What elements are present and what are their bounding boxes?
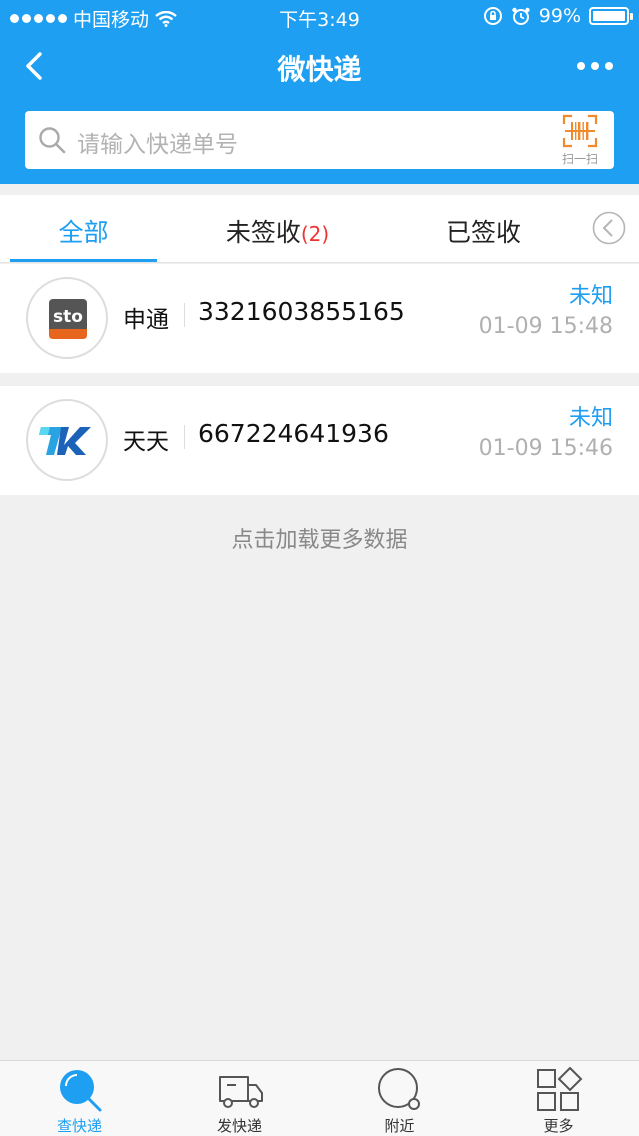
tracking-number: 667224641936 bbox=[198, 419, 389, 448]
bottom-tab-bar: 查快递 发快递 附近 更多 bbox=[0, 1060, 639, 1136]
alarm-icon bbox=[512, 7, 530, 25]
search-icon bbox=[60, 1070, 102, 1112]
rotation-lock-icon bbox=[483, 7, 502, 25]
load-more-button[interactable]: 点击加载更多数据 bbox=[0, 522, 639, 554]
barcode-scan-icon bbox=[562, 114, 598, 148]
company-name: 申通 bbox=[123, 307, 169, 333]
tracking-number: 3321603855165 bbox=[198, 297, 405, 326]
scan-button[interactable]: 扫一扫 bbox=[558, 114, 602, 166]
bottom-tab-more[interactable]: 更多 bbox=[479, 1061, 638, 1136]
delivery-status: 未知 bbox=[568, 406, 613, 431]
bottom-tab-send[interactable]: 发快递 bbox=[160, 1061, 319, 1136]
bottom-tab-label: 更多 bbox=[543, 1117, 574, 1135]
search-bar[interactable]: 请输入快递单号 扫一扫 bbox=[25, 111, 614, 169]
svg-text:sto: sto bbox=[53, 307, 83, 327]
timestamp: 01-09 15:46 bbox=[478, 436, 613, 461]
company-name: 天天 bbox=[123, 429, 169, 455]
battery-percent: 99% bbox=[538, 5, 581, 27]
grid-icon bbox=[537, 1067, 583, 1111]
bottom-tab-label: 发快递 bbox=[216, 1117, 262, 1135]
tab-unsigned[interactable]: 未签收(2) bbox=[190, 213, 365, 249]
top-header: 中国移动 下午3:49 99% 微快递 请输入快递单号 扫一扫 bbox=[0, 0, 639, 184]
bottom-tab-track[interactable]: 查快递 bbox=[0, 1061, 159, 1136]
more-options-icon[interactable] bbox=[577, 62, 613, 70]
tab-signed[interactable]: 已签收 bbox=[410, 213, 557, 249]
tab-all-label: 全部 bbox=[58, 218, 109, 247]
tab-unsigned-count: (2) bbox=[300, 222, 330, 246]
list-item[interactable]: sto 申通 3321603855165 未知 01-09 15:48 bbox=[0, 264, 639, 373]
page-title: 微快递 bbox=[277, 53, 362, 86]
scan-label: 扫一扫 bbox=[561, 152, 598, 166]
list-item[interactable]: 天天 667224641936 未知 01-09 15:46 bbox=[0, 386, 639, 495]
search-input[interactable]: 请输入快递单号 bbox=[77, 125, 238, 159]
app-root: 中国移动 下午3:49 99% 微快递 请输入快递单号 扫一扫 全部 未签收(2… bbox=[0, 0, 639, 1136]
battery-icon bbox=[589, 7, 633, 25]
status-right: 99% bbox=[483, 5, 633, 27]
tab-all[interactable]: 全部 bbox=[10, 213, 157, 249]
separator bbox=[184, 425, 185, 449]
tab-unsigned-label: 未签收 bbox=[225, 218, 301, 247]
separator bbox=[184, 303, 185, 327]
sto-logo-icon: sto bbox=[26, 277, 108, 359]
truck-icon bbox=[219, 1076, 263, 1108]
bottom-tab-nearby[interactable]: 附近 bbox=[320, 1061, 479, 1136]
tab-signed-label: 已签收 bbox=[445, 218, 521, 247]
chevron-left-icon[interactable] bbox=[592, 211, 626, 245]
tiantian-logo-icon bbox=[26, 399, 108, 481]
tab-bar: 全部 未签收(2) 已签收 bbox=[0, 195, 639, 263]
nav-bar: 微快递 bbox=[0, 34, 639, 100]
status-bar: 中国移动 下午3:49 99% bbox=[0, 0, 639, 34]
search-icon bbox=[39, 127, 66, 154]
bottom-tab-label: 附近 bbox=[384, 1117, 415, 1135]
bottom-tab-label: 查快递 bbox=[56, 1117, 102, 1135]
delivery-status: 未知 bbox=[568, 284, 613, 309]
active-tab-indicator bbox=[10, 259, 157, 262]
timestamp: 01-09 15:48 bbox=[478, 314, 613, 339]
nearby-icon bbox=[378, 1068, 420, 1110]
